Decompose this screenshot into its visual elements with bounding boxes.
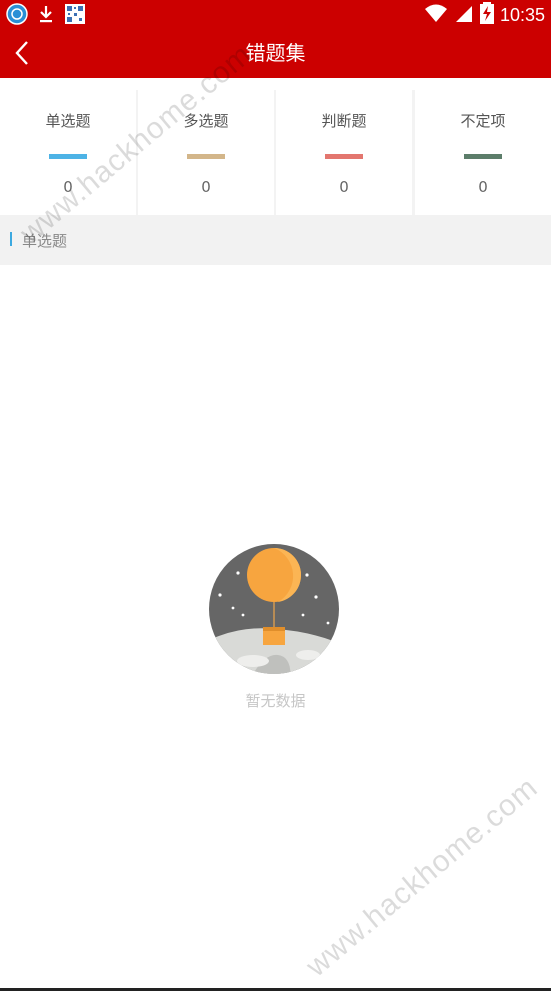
category-multiple-choice[interactable]: 多选题 0	[138, 90, 274, 215]
category-count: 0	[63, 178, 73, 196]
category-label: 单选题	[45, 112, 91, 130]
category-label: 判断题	[321, 112, 367, 130]
category-label: 不定项	[460, 112, 506, 130]
category-indefinite[interactable]: 不定项 0	[415, 90, 551, 215]
category-color-bar	[187, 154, 225, 159]
empty-state-text: 暂无数据	[245, 692, 306, 710]
category-count: 0	[201, 178, 211, 196]
watermark: www.hackhome.com	[300, 770, 545, 984]
category-single-choice[interactable]: 单选题 0	[0, 90, 136, 215]
section-accent-bar	[10, 232, 12, 246]
status-bar: 10:35	[0, 0, 551, 28]
category-color-bar	[325, 154, 363, 159]
category-color-bar	[49, 154, 87, 159]
section-header: 单选题	[0, 215, 551, 265]
battery-charging-icon	[479, 2, 494, 28]
signal-icon	[454, 2, 474, 28]
category-color-bar	[464, 154, 502, 159]
category-count: 0	[478, 178, 488, 196]
balloon-moon-illustration	[208, 543, 340, 675]
category-label: 多选题	[183, 112, 229, 130]
app-notification-icon	[6, 3, 28, 29]
status-bar-left	[6, 3, 86, 29]
qr-code-icon	[64, 3, 86, 29]
status-bar-right: 10:35	[424, 2, 545, 28]
category-stats: 单选题 0 多选题 0 判断题 0 不定项 0	[0, 90, 551, 215]
app-bar: 错题集	[0, 28, 551, 78]
download-icon	[36, 3, 56, 29]
section-title: 单选题	[22, 232, 68, 250]
status-time: 10:35	[499, 4, 545, 25]
wifi-icon	[424, 2, 448, 28]
category-count: 0	[339, 178, 349, 196]
page-title: 错题集	[245, 41, 306, 65]
category-true-false[interactable]: 判断题 0	[276, 90, 412, 215]
